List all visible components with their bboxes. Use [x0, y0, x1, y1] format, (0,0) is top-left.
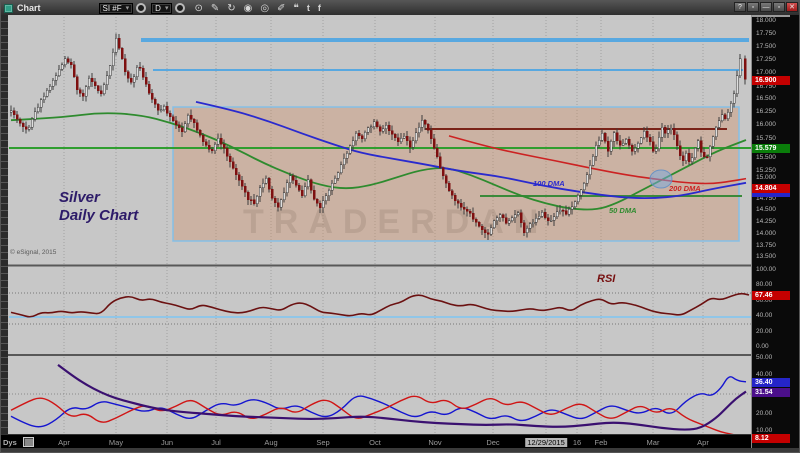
scale-badge: 15.579: [752, 144, 790, 153]
rsi-label: RSI: [597, 273, 615, 285]
annotation-line-1: Silver: [59, 189, 138, 207]
month-label: Mar: [647, 438, 660, 447]
pen-icon[interactable]: ✐: [277, 3, 285, 14]
pin-button[interactable]: ▫: [747, 2, 759, 12]
pencil-icon[interactable]: ✎: [211, 3, 219, 14]
month-label: Apr: [697, 438, 709, 447]
interval-go-icon[interactable]: [175, 3, 185, 13]
scale-badge: 14.804: [752, 184, 790, 193]
twitter-icon[interactable]: t: [307, 3, 310, 14]
scale-label: 18.000: [756, 17, 776, 24]
scale-label: 0.00: [756, 343, 769, 350]
scale-label: 40.00: [756, 371, 772, 378]
refresh-icon[interactable]: ↻: [227, 3, 235, 14]
scale-badge: 36.40: [752, 378, 790, 387]
copyright-text: © eSignal, 2015: [10, 249, 56, 256]
symbol-go-icon[interactable]: [136, 3, 146, 13]
scale-label: 16.000: [756, 121, 776, 128]
scale-label: 14.500: [756, 206, 776, 213]
chevron-down-icon[interactable]: ▾: [165, 4, 169, 12]
scale-label: 16.500: [756, 95, 776, 102]
scale-label: 17.500: [756, 43, 776, 50]
symbol-input[interactable]: SI #F ▾: [99, 3, 134, 14]
scale-label: 20.00: [756, 410, 772, 417]
scale-badge: 16.900: [752, 76, 790, 85]
chat-icon[interactable]: ❝: [293, 3, 298, 14]
scale-label: 100.00: [756, 266, 776, 273]
axis-unit-label: Dys: [3, 438, 17, 447]
left-edge-strip: [1, 15, 8, 434]
month-label: Aug: [264, 438, 277, 447]
scale-label: 40.00: [756, 312, 772, 319]
target-icon[interactable]: ◎: [260, 3, 269, 14]
month-label: Apr: [58, 438, 70, 447]
scale-label: 10.00: [756, 427, 772, 434]
scale-label: 80.00: [756, 281, 772, 288]
month-label: 16: [573, 438, 581, 447]
facebook-icon[interactable]: f: [318, 3, 321, 14]
scale-badge: 67.46: [752, 291, 790, 300]
interval-value: D: [155, 4, 161, 13]
maximize-button[interactable]: ▫: [773, 2, 785, 12]
month-label: 12/29/2015: [525, 438, 567, 447]
scale-badge: 31.54: [752, 388, 790, 397]
month-label: Jun: [161, 438, 173, 447]
scale-badge: 8.12: [752, 434, 790, 443]
scale-label: 17.000: [756, 69, 776, 76]
scale-label: 13.750: [756, 242, 776, 249]
help-button[interactable]: ?: [734, 2, 746, 12]
symbol-value: SI #F: [103, 4, 122, 13]
scale-label: 16.250: [756, 108, 776, 115]
interval-input[interactable]: D ▾: [151, 3, 172, 14]
clock-icon[interactable]: ⊙: [194, 3, 202, 14]
scale-label: 20.00: [756, 328, 772, 335]
month-label: Sep: [316, 438, 329, 447]
chart-title-annotation: Silver Daily Chart: [59, 189, 138, 225]
time-axis: Dys Apr May Jun Jul Aug Sep Oct Nov Dec 12/29/201…: [1, 434, 800, 448]
price-scale[interactable]: 18.25018.00017.75017.50017.25017.00016.7…: [751, 15, 800, 448]
scale-label: 15.500: [756, 154, 776, 161]
scale-label: 17.250: [756, 56, 776, 63]
scale-label: 14.000: [756, 230, 776, 237]
month-label: Jul: [211, 438, 221, 447]
chart-window: Chart SI #F ▾ D ▾ ⊙✎↻◉◎✐❝tf ?▫—▫✕ TRADER…: [0, 0, 800, 453]
month-label: Feb: [595, 438, 608, 447]
window-controls: ?▫—▫✕: [733, 2, 798, 12]
close-button[interactable]: ✕: [786, 2, 798, 12]
month-label: Dec: [486, 438, 499, 447]
scale-label: 15.250: [756, 167, 776, 174]
chevron-down-icon[interactable]: ▾: [126, 4, 130, 12]
chart-app-icon: [4, 4, 13, 13]
record-icon[interactable]: ◉: [244, 3, 253, 14]
100-dma-label: 100 DMA: [533, 179, 565, 188]
scale-label: 14.250: [756, 218, 776, 225]
scale-label: 13.500: [756, 253, 776, 260]
scale-label: 17.750: [756, 30, 776, 37]
window-title: Chart: [17, 3, 41, 13]
scale-label: 15.750: [756, 135, 776, 142]
minimize-button[interactable]: —: [760, 2, 772, 12]
annotation-line-2: Daily Chart: [59, 207, 138, 225]
scale-label: 15.000: [756, 174, 776, 181]
month-label: May: [109, 438, 123, 447]
window-bottom-strip: [1, 448, 800, 453]
month-label: Nov: [428, 438, 441, 447]
toolbar-icons: ⊙ ✎ ↻ ◉ ◎ ✐ ❝ tf: [190, 3, 324, 14]
scale-label: 50.00: [756, 354, 772, 361]
axis-settings-icon[interactable]: [23, 437, 34, 447]
50-dma-label: 50 DMA: [609, 206, 637, 215]
month-label: Oct: [369, 438, 381, 447]
watermark-text: TRADERDAN: [243, 203, 548, 241]
toolbar: Chart SI #F ▾ D ▾ ⊙✎↻◉◎✐❝tf ?▫—▫✕: [1, 1, 800, 15]
200-dma-label: 200 DMA: [668, 184, 701, 193]
